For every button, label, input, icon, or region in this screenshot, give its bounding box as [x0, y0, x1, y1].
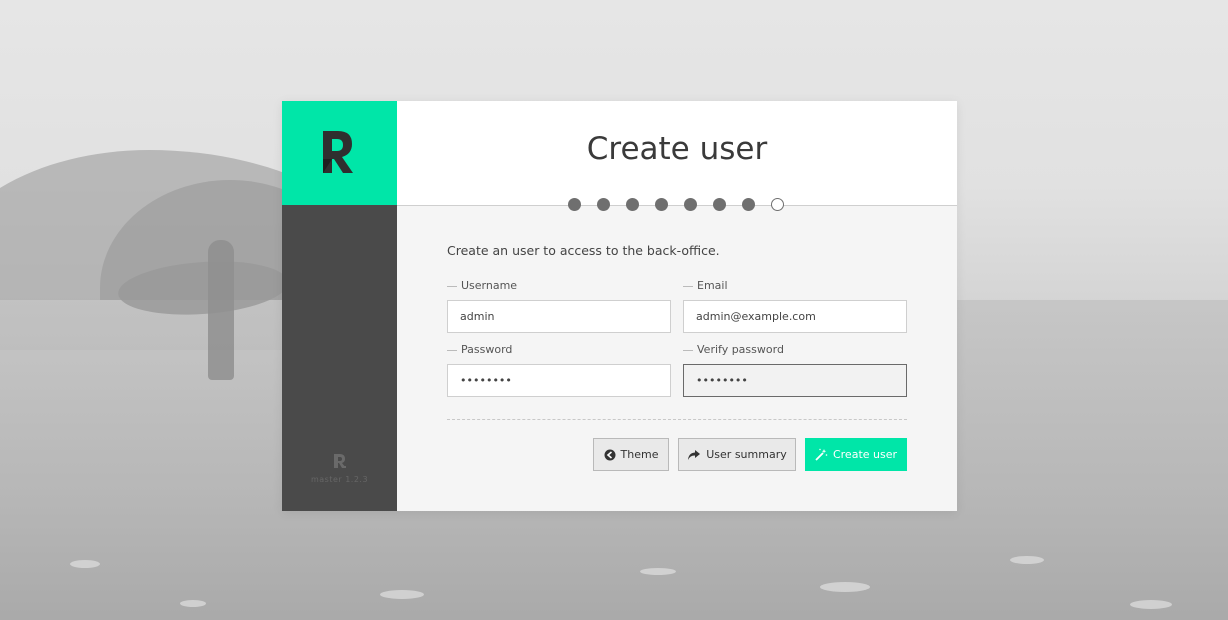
- share-arrow-icon: [688, 449, 701, 460]
- user-summary-button[interactable]: User summary: [678, 438, 796, 471]
- page-header: Create user: [397, 101, 957, 206]
- password-field[interactable]: [447, 364, 671, 397]
- step-dot-completed: [568, 198, 581, 211]
- background-speck: [1010, 556, 1044, 564]
- main-panel: Create user Create an user to access to …: [397, 101, 957, 511]
- step-dot-completed: [597, 198, 610, 211]
- background-speck: [640, 568, 676, 575]
- sidebar: master 1.2.3: [282, 101, 397, 511]
- form-divider: [447, 419, 907, 420]
- create-user-button-label: Create user: [832, 448, 898, 461]
- brand-logo-box: [282, 101, 397, 205]
- small-logo-icon: [282, 453, 397, 469]
- theme-button-label: Theme: [620, 448, 659, 461]
- email-label: Email: [683, 279, 728, 292]
- step-dot-current: [771, 198, 784, 211]
- verify-password-label: Verify password: [683, 343, 784, 356]
- username-field[interactable]: [447, 300, 671, 333]
- theme-button[interactable]: Theme: [593, 438, 669, 471]
- brand-logo-icon: [323, 131, 353, 173]
- user-summary-button-label: User summary: [706, 448, 787, 461]
- step-dot-completed: [684, 198, 697, 211]
- background-speck: [1130, 600, 1172, 609]
- verify-password-field[interactable]: [683, 364, 907, 397]
- arrow-circle-left-icon: [604, 449, 616, 460]
- page-title: Create user: [586, 131, 768, 167]
- step-indicator: [568, 198, 784, 212]
- username-label: Username: [447, 279, 517, 292]
- background-person: [208, 240, 234, 380]
- background-speck: [820, 582, 870, 592]
- email-field[interactable]: [683, 300, 907, 333]
- version-label: master 1.2.3: [310, 475, 369, 484]
- step-dot-completed: [713, 198, 726, 211]
- step-dot-completed: [655, 198, 668, 211]
- magic-wand-icon: [815, 448, 828, 461]
- background-speck: [380, 590, 424, 599]
- password-label: Password: [447, 343, 512, 356]
- sidebar-footer: master 1.2.3: [282, 453, 397, 484]
- form-intro: Create an user to access to the back-off…: [447, 243, 720, 258]
- background-speck: [70, 560, 100, 568]
- step-dot-completed: [742, 198, 755, 211]
- step-dot-completed: [626, 198, 639, 211]
- installer-card: master 1.2.3 Create user Create an user …: [282, 101, 957, 511]
- background-speck: [180, 600, 206, 607]
- create-user-button[interactable]: Create user: [805, 438, 907, 471]
